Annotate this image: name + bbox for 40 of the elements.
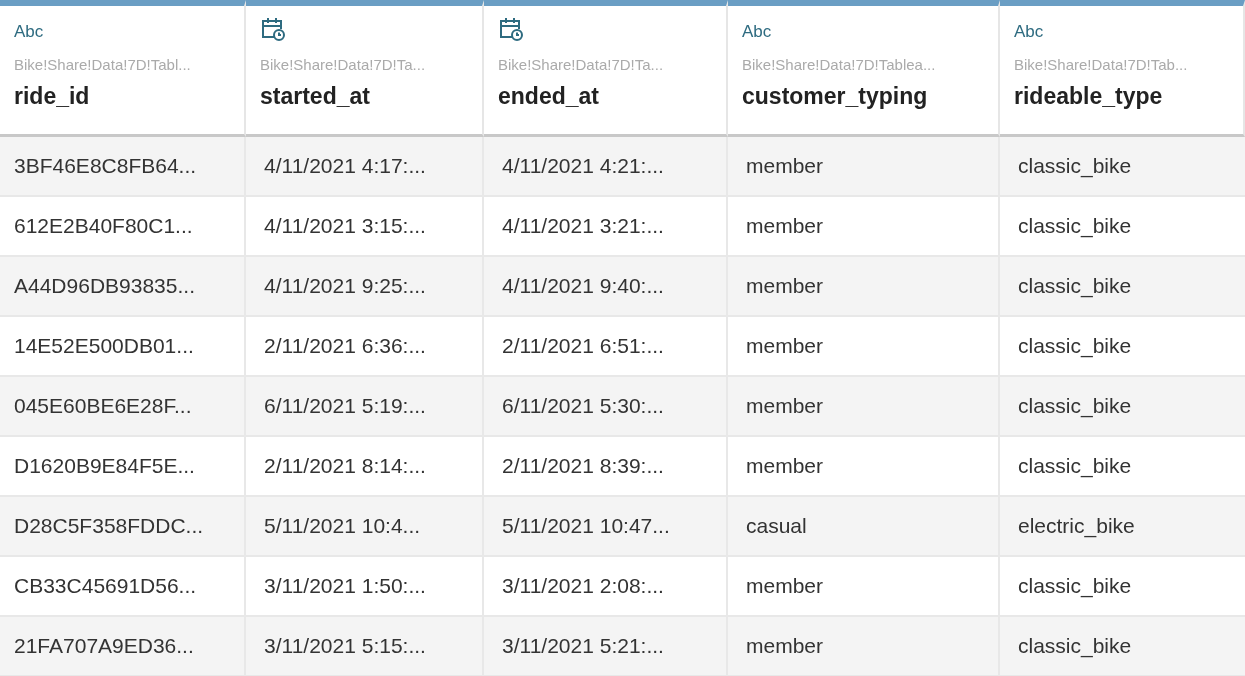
type-label: Abc xyxy=(14,22,44,42)
column-name: customer_typing xyxy=(742,83,929,110)
type-label: Abc xyxy=(1014,22,1044,42)
table-cell: 21FA707A9ED36... xyxy=(0,617,246,676)
table-cell: 6/11/2021 5:30:... xyxy=(484,377,728,437)
type-label: Abc xyxy=(742,22,772,42)
source-label: Bike!Share!Data!7D!Tab... xyxy=(1014,56,1189,73)
table-cell: member xyxy=(728,257,1000,317)
table-cell: electric_bike xyxy=(1000,497,1245,557)
table-cell: A44D96DB93835... xyxy=(0,257,246,317)
table-cell: classic_bike xyxy=(1000,257,1245,317)
table-cell: 4/11/2021 9:25:... xyxy=(246,257,484,317)
table-cell: member xyxy=(728,617,1000,676)
source-label: Bike!Share!Data!7D!Ta... xyxy=(498,56,665,73)
calendar-clock-icon xyxy=(260,16,286,42)
table-cell: D28C5F358FDDC... xyxy=(0,497,246,557)
table-cell: 4/11/2021 9:40:... xyxy=(484,257,728,317)
table-cell: 6/11/2021 5:19:... xyxy=(246,377,484,437)
source-label: Bike!Share!Data!7D!Ta... xyxy=(260,56,427,73)
table-cell: classic_bike xyxy=(1000,377,1245,437)
table-cell: 045E60BE6E28F... xyxy=(0,377,246,437)
column-name: rideable_type xyxy=(1014,83,1164,110)
calendar-clock-icon xyxy=(498,16,524,42)
table-cell: classic_bike xyxy=(1000,617,1245,676)
table-cell: 5/11/2021 10:47... xyxy=(484,497,728,557)
source-label: Bike!Share!Data!7D!Tabl... xyxy=(14,56,192,73)
table-cell: member xyxy=(728,377,1000,437)
table-cell: 5/11/2021 10:4... xyxy=(246,497,484,557)
column-name: ride_id xyxy=(14,83,91,110)
source-label: Bike!Share!Data!7D!Tablea... xyxy=(742,56,937,73)
column-name: started_at xyxy=(260,83,371,110)
table-cell: 3/11/2021 5:21:... xyxy=(484,617,728,676)
table-cell: member xyxy=(728,137,1000,197)
table-cell: 4/11/2021 4:21:... xyxy=(484,137,728,197)
table-cell: 4/11/2021 4:17:... xyxy=(246,137,484,197)
column-name: ended_at xyxy=(498,83,600,110)
table-cell: classic_bike xyxy=(1000,137,1245,197)
table-cell: casual xyxy=(728,497,1000,557)
table-cell: 3/11/2021 5:15:... xyxy=(246,617,484,676)
table-cell: 3BF46E8C8FB64... xyxy=(0,137,246,197)
